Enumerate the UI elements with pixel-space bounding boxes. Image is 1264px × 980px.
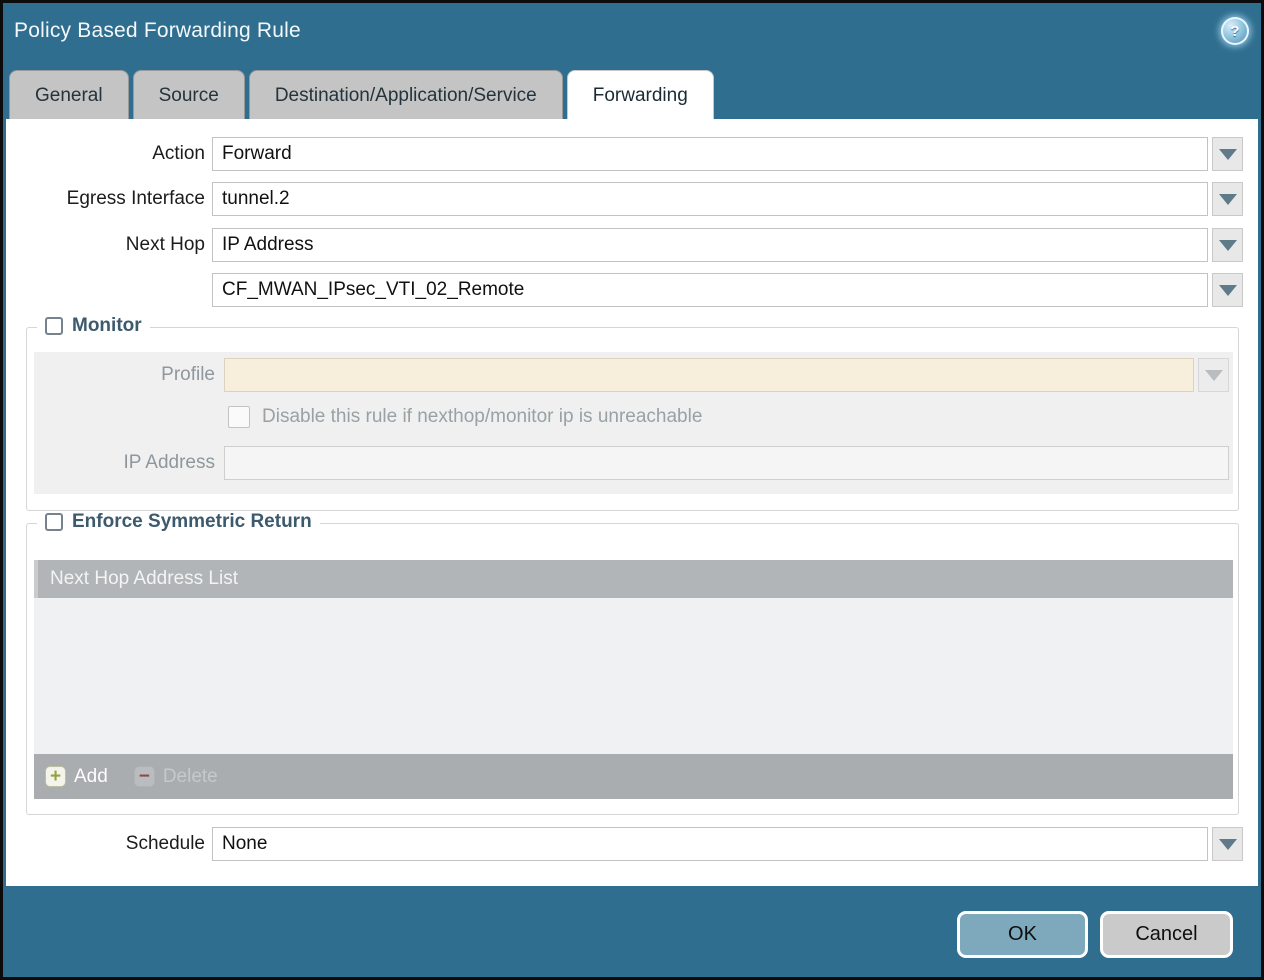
enforce-symmetric-return-legend: Enforce Symmetric Return <box>37 511 320 533</box>
action-label: Action <box>6 143 205 165</box>
profile-label: Profile <box>34 364 215 386</box>
schedule-combobox <box>212 827 1243 861</box>
next-hop-row: Next Hop <box>6 228 1243 262</box>
tab-general[interactable]: General <box>9 70 129 119</box>
next-hop-address-dropdown-trigger[interactable] <box>1212 273 1243 307</box>
next-hop-address-list-body[interactable] <box>34 598 1233 754</box>
add-button-label: Add <box>74 766 108 788</box>
monitor-legend: Monitor <box>37 315 150 337</box>
chevron-down-icon <box>1219 240 1237 251</box>
help-icon[interactable]: ? <box>1221 17 1249 45</box>
next-hop-address-list-column-header[interactable]: Next Hop Address List <box>34 560 1233 598</box>
profile-row: Profile <box>34 358 1229 392</box>
ok-button-label: OK <box>1008 923 1037 946</box>
disable-rule-checkbox <box>228 406 250 428</box>
monitor-legend-label: Monitor <box>72 315 142 337</box>
help-icon-glyph: ? <box>1230 23 1239 40</box>
egress-interface-row: Egress Interface <box>6 182 1243 216</box>
next-hop-address-row <box>6 273 1243 307</box>
cancel-button-label: Cancel <box>1135 923 1197 946</box>
next-hop-input[interactable] <box>212 228 1208 262</box>
pbf-rule-dialog: Policy Based Forwarding Rule ? General S… <box>0 0 1264 980</box>
chevron-down-icon <box>1205 370 1223 381</box>
action-combobox <box>212 137 1243 171</box>
minus-icon: − <box>134 766 155 787</box>
next-hop-address-combobox <box>212 273 1243 307</box>
dialog-titlebar: Policy Based Forwarding Rule ? <box>3 3 1261 67</box>
schedule-label: Schedule <box>6 833 205 855</box>
next-hop-address-input[interactable] <box>212 273 1208 307</box>
chevron-down-icon <box>1219 149 1237 160</box>
dialog-title: Policy Based Forwarding Rule <box>14 19 301 43</box>
action-row: Action <box>6 137 1243 171</box>
disable-rule-checkbox-label: Disable this rule if nexthop/monitor ip … <box>262 406 702 428</box>
add-button[interactable]: + Add <box>45 766 108 788</box>
egress-interface-dropdown-trigger[interactable] <box>1212 182 1243 216</box>
schedule-row: Schedule <box>6 827 1243 861</box>
chevron-down-icon <box>1219 194 1237 205</box>
egress-interface-input[interactable] <box>212 182 1208 216</box>
tab-destination-application-service[interactable]: Destination/Application/Service <box>249 70 563 119</box>
monitor-ip-address-label: IP Address <box>34 452 215 474</box>
egress-interface-combobox <box>212 182 1243 216</box>
next-hop-address-list-grid: Next Hop Address List + Add − Delete <box>34 560 1233 799</box>
grid-toolbar: + Add − Delete <box>34 754 1233 799</box>
cancel-button[interactable]: Cancel <box>1100 911 1233 958</box>
monitor-ip-address-row: IP Address <box>34 446 1229 480</box>
monitor-ip-address-input <box>224 446 1229 480</box>
profile-combobox <box>224 358 1229 392</box>
next-hop-combobox <box>212 228 1243 262</box>
enforce-symmetric-return-legend-label: Enforce Symmetric Return <box>72 511 312 533</box>
profile-dropdown-trigger <box>1198 358 1229 392</box>
egress-interface-label: Egress Interface <box>6 188 205 210</box>
monitor-fieldset: Monitor Profile Disable <box>26 327 1239 511</box>
next-hop-address-list-header-label: Next Hop Address List <box>50 568 238 590</box>
chevron-down-icon <box>1219 285 1237 296</box>
schedule-dropdown-trigger[interactable] <box>1212 827 1243 861</box>
enforce-symmetric-return-checkbox[interactable] <box>45 513 63 531</box>
plus-icon: + <box>45 766 66 787</box>
ok-button[interactable]: OK <box>957 911 1088 958</box>
delete-button: − Delete <box>134 766 218 788</box>
monitor-checkbox[interactable] <box>45 317 63 335</box>
forwarding-tab-panel: Action Egress Interface Next Hop <box>6 119 1258 886</box>
monitor-panel: Profile Disable this rule if nexthop/mon… <box>34 352 1233 494</box>
disable-rule-row: Disable this rule if nexthop/monitor ip … <box>34 402 1229 432</box>
schedule-input[interactable] <box>212 827 1208 861</box>
enforce-symmetric-return-fieldset: Enforce Symmetric Return Next Hop Addres… <box>26 523 1239 815</box>
tab-source[interactable]: Source <box>133 70 245 119</box>
delete-button-label: Delete <box>163 766 218 788</box>
next-hop-dropdown-trigger[interactable] <box>1212 228 1243 262</box>
action-dropdown-trigger[interactable] <box>1212 137 1243 171</box>
tab-strip: General Source Destination/Application/S… <box>9 69 714 119</box>
tab-forwarding[interactable]: Forwarding <box>567 70 714 119</box>
next-hop-label: Next Hop <box>6 234 205 256</box>
profile-input <box>224 358 1194 392</box>
action-input[interactable] <box>212 137 1208 171</box>
chevron-down-icon <box>1219 839 1237 850</box>
